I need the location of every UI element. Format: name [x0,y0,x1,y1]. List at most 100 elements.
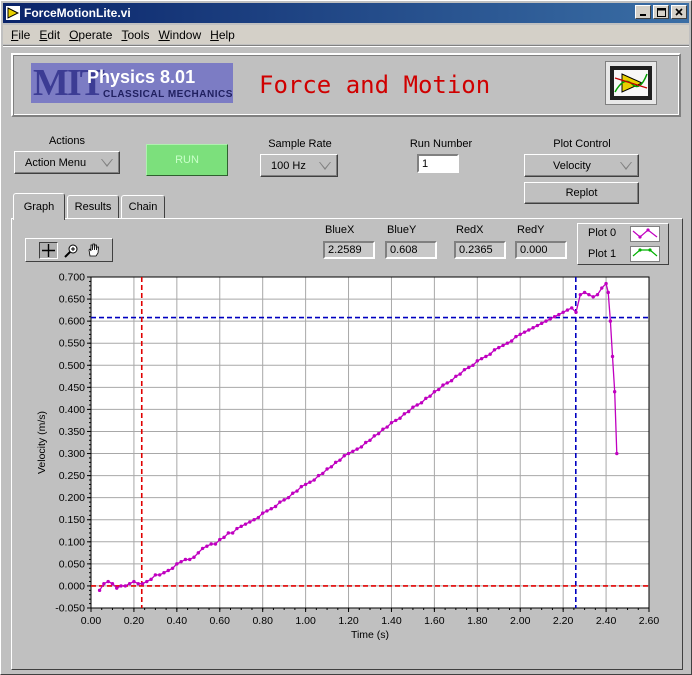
sample-rate-select[interactable]: 100 Hz [260,154,338,177]
data-point [492,348,497,352]
window-title: ForceMotionLite.vi [24,6,131,20]
data-point [303,482,308,487]
data-point [243,522,248,526]
y-tick-label: 0.600 [59,316,85,328]
dropdown-arrow-icon [101,159,113,167]
title-bar[interactable]: ForceMotionLite.vi [3,3,689,23]
plot-area [90,276,650,609]
graph-palette [25,238,113,262]
data-point [552,315,557,319]
data-point [316,473,321,478]
data-point [166,568,170,573]
x-tick-label: 1.80 [467,615,488,627]
data-point [123,584,128,588]
menu-edit[interactable]: Edit [39,28,60,42]
data-point [230,531,235,535]
data-point [381,427,385,431]
data-point [188,557,192,562]
data-point [286,495,291,500]
zoom-button[interactable] [62,242,81,259]
data-point [587,292,591,297]
data-point [557,312,561,317]
menu-operate[interactable]: Operate [69,28,112,42]
red-y-label: RedY [517,224,545,236]
data-point [273,504,278,509]
data-point [582,290,587,295]
data-point [342,454,346,458]
data-point [179,559,183,564]
tab-graph[interactable]: Graph [13,193,65,220]
legend-plot0-swatch[interactable] [630,226,660,242]
plot-control-select[interactable]: Velocity [524,154,639,177]
run-number-field[interactable]: 1 [417,154,459,173]
legend-plot1-swatch[interactable] [630,246,660,262]
data-point [604,281,608,286]
replot-button[interactable]: Replot [524,182,639,204]
data-point [544,319,548,323]
data-point [312,478,316,482]
plot-legend[interactable]: Plot 0 Plot 1 [577,223,669,265]
actions-menu[interactable]: Action Menu [14,151,120,174]
data-point [615,451,619,456]
y-tick-label: 0.150 [59,514,85,526]
data-point [402,412,407,416]
y-tick-label: 0.100 [59,536,85,548]
minimize-button[interactable] [635,5,651,19]
plot-control-label: Plot Control [553,138,611,150]
x-tick-label: 1.00 [295,615,316,627]
blue-y-label: BlueY [387,224,417,236]
data-point [222,535,226,540]
red-x-value: 0.2365 [454,241,506,259]
actions-label: Actions [48,135,86,147]
legend-plot0-label: Plot 0 [588,227,617,239]
maximize-button[interactable] [653,5,669,19]
data-point [561,310,565,315]
data-point [196,551,201,555]
data-point [368,438,372,442]
data-point [570,306,574,310]
data-point [578,292,583,297]
menu-separator [3,45,689,47]
data-point [394,418,398,423]
data-point [321,471,325,476]
data-point [539,321,544,326]
data-point [441,383,445,387]
x-tick-label: 2.40 [596,615,617,627]
x-tick-label: 0.80 [252,615,273,627]
y-tick-label: 0.200 [59,492,85,504]
x-tick-label: 0.00 [81,615,102,627]
y-tick-label: 0.550 [59,338,85,350]
data-point [149,577,153,582]
data-point [110,582,115,586]
y-tick-label: 0.250 [59,470,85,482]
data-point [505,341,510,345]
data-point [415,403,419,407]
x-tick-label: 2.20 [553,615,574,627]
data-point [213,542,218,546]
pan-button[interactable] [84,242,103,259]
data-point [226,531,231,535]
x-tick-label: 1.40 [381,615,402,627]
data-point [183,557,188,562]
run-button[interactable]: RUN [146,144,228,176]
menu-window[interactable]: Window [158,28,201,42]
sample-rate-label: Sample Rate [268,138,332,150]
menu-file[interactable]: File [11,28,30,42]
velocity-graph[interactable]: 0.00 0.20 0.40 0.60 0.80 1.00 1.20 1.40 1.60 1.80… [21,265,671,665]
y-tick-label: 0.650 [59,294,85,306]
y-tick-label: 0.450 [59,382,85,394]
menu-help[interactable]: Help [210,28,235,42]
data-point [329,465,334,469]
hand-icon [88,243,99,257]
data-point [282,498,286,502]
data-point [200,546,205,551]
data-point [467,365,471,370]
data-point [522,330,527,334]
data-point [514,334,518,339]
menu-tools[interactable]: Tools [121,28,149,42]
x-tick-label: 1.20 [338,615,359,627]
tab-chain[interactable]: Chain [121,195,165,218]
crosshair-button[interactable] [39,242,58,259]
tab-results[interactable]: Results [67,195,119,218]
close-button[interactable] [671,5,687,19]
